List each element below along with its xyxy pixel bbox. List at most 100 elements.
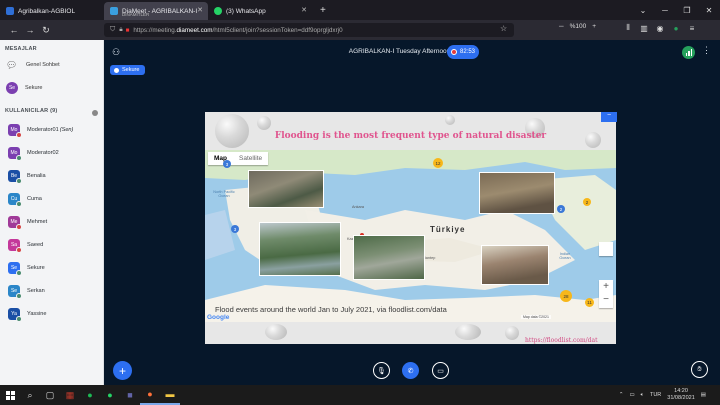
tab-list-icon[interactable]: ⌄ xyxy=(632,6,654,15)
tab-title: Agribalkan-AGBIOL xyxy=(18,7,76,15)
forward-icon[interactable]: → xyxy=(22,25,38,35)
tray-chevron-icon[interactable]: ⌃ xyxy=(619,392,624,398)
user-list-item[interactable]: Ya Yassine xyxy=(8,308,48,322)
private-chat-item[interactable]: Se Sekure xyxy=(6,82,42,94)
spotify-icon[interactable]: ● xyxy=(80,385,100,405)
actions-plus-button[interactable]: + xyxy=(113,361,132,380)
leave-audio-button[interactable]: ✆ xyxy=(402,362,419,379)
tab-diameet[interactable]: DiaMeet - AGRIBALKAN-I Tue DINAMİTLER ✕ xyxy=(104,2,208,20)
language-indicator[interactable]: TUR xyxy=(650,392,661,398)
camera-permission-icon[interactable]: ■ xyxy=(126,27,130,34)
user-list-item[interactable]: Mo Moderator02 xyxy=(8,147,60,161)
user-list-item[interactable]: Sa Saeed xyxy=(8,239,44,253)
close-tab-icon[interactable]: ✕ xyxy=(301,6,307,14)
user-list-item[interactable]: Se Sekure xyxy=(8,262,46,276)
avatar: Se xyxy=(8,285,22,299)
file-explorer-icon[interactable]: ▬ xyxy=(160,385,180,405)
flood-cluster-marker[interactable]: 12 xyxy=(433,158,443,168)
url-path: /html5client/join?sessionToken=ddf9oprgl… xyxy=(212,26,343,34)
close-window-icon[interactable]: ✕ xyxy=(698,6,720,15)
city-label-ankara: Ankara xyxy=(352,205,365,209)
tab-agribalkan[interactable]: Agribalkan-AGBIOL xyxy=(0,2,104,20)
library-icon[interactable]: ⫴ xyxy=(620,23,636,33)
recording-timer[interactable]: 82:53 xyxy=(447,45,479,59)
windows-logo-icon xyxy=(5,390,15,400)
zoom-level[interactable]: %100 xyxy=(570,23,587,30)
user-list-item[interactable]: Mo Moderator01 (Sen) xyxy=(8,124,73,138)
map-fullscreen-button[interactable] xyxy=(599,242,613,256)
firefox-icon[interactable]: ● xyxy=(140,385,160,405)
mic-icon xyxy=(114,67,119,73)
hand-icon: ✋︎ xyxy=(697,365,702,373)
gear-icon[interactable] xyxy=(92,110,98,116)
user-list-item[interactable]: Cu Cuma xyxy=(8,193,43,207)
minimize-icon[interactable]: ─ xyxy=(654,6,676,15)
flood-cluster-marker[interactable]: 2 xyxy=(557,205,565,213)
close-tab-icon[interactable]: ✕ xyxy=(197,6,203,14)
flood-photo xyxy=(259,222,341,276)
flood-cluster-marker[interactable]: 28 xyxy=(560,290,572,302)
slide-source-link: https://floodlist.com/dat xyxy=(525,337,598,344)
clock-date: 31/08/2021 xyxy=(667,395,695,401)
teams-icon[interactable]: ■ xyxy=(120,385,140,405)
reload-icon[interactable]: ↻ xyxy=(38,25,54,36)
flood-cluster-marker[interactable]: 2 xyxy=(583,198,591,206)
flood-cluster-marker[interactable]: 3 xyxy=(231,225,239,233)
account-icon[interactable]: ◉ xyxy=(652,24,668,33)
map-tab-satellite[interactable]: Satellite xyxy=(233,152,268,165)
talking-indicator[interactable]: Sekure xyxy=(110,65,146,75)
bookmark-star-icon[interactable]: ☆ xyxy=(500,24,507,33)
chat-bubble-icon: 💬︎ xyxy=(6,60,18,70)
flood-cluster-marker[interactable]: 11 xyxy=(585,298,594,307)
start-button[interactable] xyxy=(0,385,20,405)
tab-whatsapp[interactable]: (3) WhatsApp ✕ xyxy=(208,2,312,20)
whatsapp-icon[interactable]: ● xyxy=(100,385,120,405)
avatar: Cu xyxy=(8,193,22,207)
notifications-icon[interactable]: ▤ xyxy=(701,392,706,398)
user-name: Benalia xyxy=(27,173,46,179)
more-options-icon[interactable]: ⋮ xyxy=(702,45,711,56)
user-list-item[interactable]: Se Serkan xyxy=(8,285,46,299)
sidebar-icon[interactable]: ▥ xyxy=(636,24,652,33)
app-grid-icon[interactable]: ▦ xyxy=(60,385,80,405)
map-attribution: Map data ©2021 xyxy=(521,315,551,319)
restore-icon[interactable]: ❐ xyxy=(676,6,698,15)
mic-icon xyxy=(16,270,22,276)
tab-subtitle: DINAMİTLER xyxy=(122,12,150,17)
menu-icon[interactable]: ≡ xyxy=(684,24,700,33)
clock[interactable]: 14:20 31/08/2021 xyxy=(667,388,695,402)
map-zoom-in-icon[interactable]: + xyxy=(599,280,613,293)
new-tab-icon[interactable]: + xyxy=(320,5,326,16)
phone-icon: ✆ xyxy=(407,367,414,375)
google-logo: Google xyxy=(207,314,230,321)
network-icon[interactable]: ▭ xyxy=(629,392,634,398)
map-zoom-out-icon[interactable]: − xyxy=(599,293,613,306)
flood-cluster-marker[interactable]: 3 xyxy=(223,160,231,168)
volume-icon[interactable]: 🔈︎ xyxy=(641,392,644,399)
raise-hand-button[interactable]: ✋︎ xyxy=(691,361,708,378)
user-name: Yassine xyxy=(27,311,47,317)
url-prefix: https://meeting. xyxy=(133,26,177,34)
mic-icon xyxy=(16,293,22,299)
clock-time: 14:20 xyxy=(674,388,688,394)
flood-map[interactable]: Map Satellite North Pacific Ocean North … xyxy=(205,150,616,322)
site-favicon-icon xyxy=(6,7,14,15)
connection-stats-button[interactable] xyxy=(682,46,695,59)
task-view-icon[interactable]: ▢ xyxy=(40,385,60,405)
zoom-out-icon[interactable]: ─ xyxy=(559,23,564,30)
share-webcam-button[interactable]: ▭ xyxy=(432,362,449,379)
user-list-item[interactable]: Me Mehmet xyxy=(8,216,48,230)
window-controls: ⌄ ─ ❐ ✕ xyxy=(632,0,720,20)
address-bar[interactable]: ⛉ 🔒︎ ■ https://meeting. diameet.com/html5… xyxy=(104,23,514,37)
extension-icon[interactable]: ● xyxy=(668,24,684,33)
public-chat-item[interactable]: 💬︎ Genel Sohbet xyxy=(6,60,60,70)
mute-microphone-button[interactable]: 🎙︎ xyxy=(373,362,390,379)
windows-taskbar: ⌕ ▢ ▦ ● ● ■ ● ▬ ⌃ ▭ 🔈︎ TUR 14:20 31/08/2… xyxy=(0,385,720,405)
flood-photo xyxy=(353,235,425,280)
search-icon[interactable]: ⌕ xyxy=(20,385,40,405)
back-icon[interactable]: ← xyxy=(6,25,22,35)
minimize-presentation-button[interactable]: − xyxy=(601,112,617,122)
user-list-item[interactable]: Be Benalia xyxy=(8,170,47,184)
webcam-icon: ▭ xyxy=(437,367,444,375)
zoom-in-icon[interactable]: + xyxy=(592,23,596,30)
